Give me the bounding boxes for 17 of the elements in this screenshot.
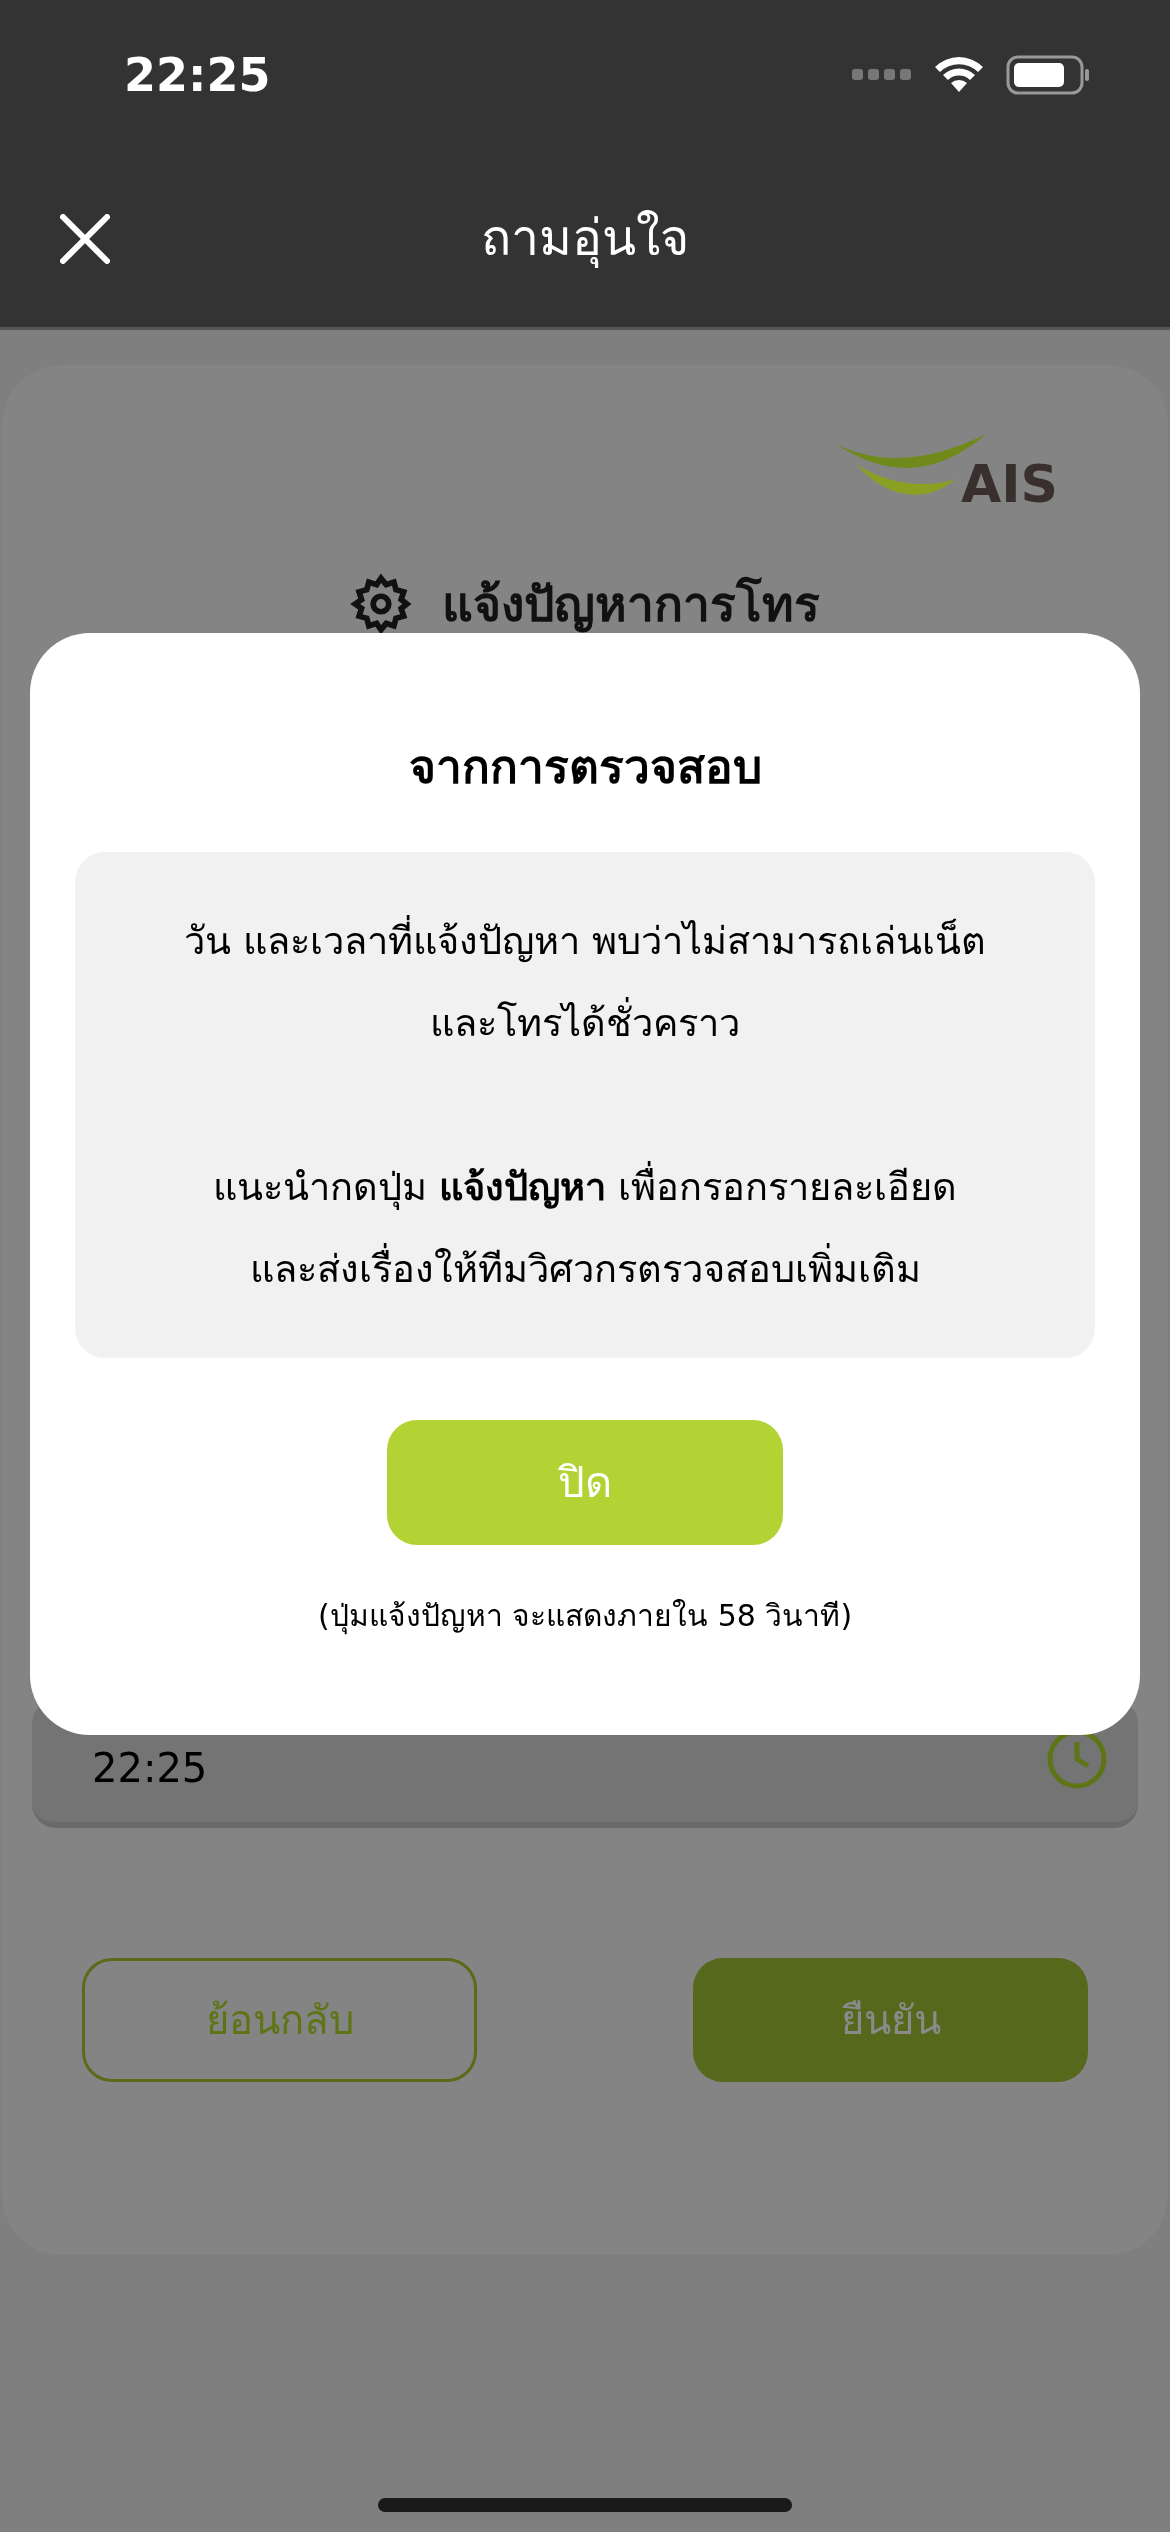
- back-button[interactable]: ย้อนกลับ: [82, 1958, 477, 2082]
- message-paragraph: วัน และเวลาที่แจ้งปัญหา พบว่าไม่สามารถเล่นเน็ต และโทรได้ชั่วคราว: [183, 900, 987, 1064]
- battery-icon: [1006, 55, 1090, 95]
- wifi-icon: [934, 56, 984, 94]
- signal-icon: [852, 68, 912, 82]
- confirm-button[interactable]: ยืนยัน: [693, 1958, 1088, 2082]
- time-value: 22:25: [92, 1748, 208, 1788]
- gear-icon: [350, 573, 412, 635]
- message-paragraph: แนะนำกดปุ่ม แจ้งปัญหา เพื่อกรอกรายละเอียด และส่งเรื่องให้ทีมวิศวกรตรวจสอบเพิ่มเติม: [212, 1146, 958, 1310]
- status-time: 22:25: [124, 46, 271, 104]
- page-title: แจ้งปัญหาการโทร: [442, 575, 820, 635]
- close-button[interactable]: ปิด: [387, 1420, 783, 1545]
- countdown-note: (ปุ่มแจ้งปัญหา จะแสดงภายใน 58 วินาที): [317, 1597, 853, 1637]
- dialog-title: จากการตรวจสอบ: [408, 739, 762, 796]
- brand-logo: AIS: [960, 453, 1058, 516]
- header-title: ถามอุ่นใจ: [481, 208, 689, 270]
- close-icon[interactable]: [60, 213, 110, 264]
